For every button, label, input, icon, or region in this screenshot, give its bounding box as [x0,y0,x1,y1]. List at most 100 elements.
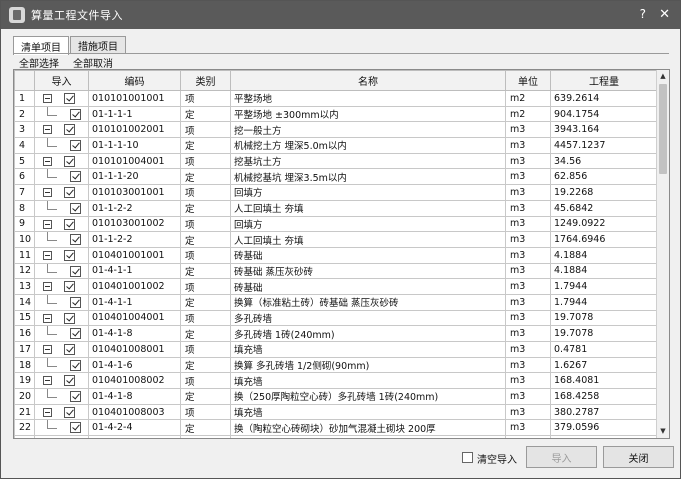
import-checkbox[interactable] [70,202,81,214]
import-cell[interactable] [34,435,89,439]
header-type[interactable]: 类别 [180,70,231,91]
table-row[interactable]: 9 010103001002 项回填方 m3 1249.0922 [14,215,658,233]
import-cell[interactable] [34,388,89,405]
table-row[interactable]: 4 01-1-1-10 定机械挖土方 埋深5.0m以内 m3 4457.1237 [14,137,658,154]
import-cell[interactable] [34,356,89,374]
import-cell[interactable] [34,121,89,139]
table-row[interactable]: 7 010103001001 项回填方 m3 19.2268 [14,184,658,201]
collapse-toggle-icon[interactable] [43,376,52,386]
import-checkbox[interactable] [64,187,75,199]
import-cell[interactable] [34,152,89,170]
collapse-toggle-icon[interactable] [43,345,52,354]
table-row[interactable]: 12 01-4-1-1 定砖基础 蒸压灰砂砖 m3 4.1884 [14,262,658,280]
import-checkbox[interactable] [70,171,81,183]
clear-import-checkbox[interactable] [462,452,473,463]
import-checkbox[interactable] [70,422,81,434]
scroll-up-icon[interactable]: ▲ [657,70,669,83]
header-unit[interactable]: 单位 [505,70,551,91]
import-cell[interactable] [34,262,89,280]
header-code[interactable]: 编码 [88,70,181,91]
import-cell[interactable] [34,403,89,421]
deselect-all-button[interactable]: 全部取消 [73,55,113,70]
import-checkbox[interactable] [64,375,75,387]
title-bar[interactable]: 算量工程文件导入 ? ✕ [1,1,680,29]
collapse-toggle-icon[interactable] [43,125,52,135]
import-cell[interactable] [34,137,89,154]
table-row[interactable]: 20 01-4-1-8 定换（250厚陶粒空心砖）多孔砖墙 1砖(240mm) m3 1… [14,388,658,405]
clear-import-label[interactable]: 清空导入 [477,451,517,466]
import-cell[interactable] [34,246,89,264]
import-checkbox[interactable] [64,249,75,261]
import-cell[interactable] [34,168,89,186]
import-cell[interactable] [34,199,89,217]
header-name[interactable]: 名称 [230,70,506,91]
import-checkbox[interactable] [64,344,75,355]
import-cell[interactable] [34,341,89,358]
import-checkbox[interactable] [70,234,81,246]
import-cell[interactable] [34,419,89,437]
bill-items-grid[interactable]: 导入 编码 类别 名称 单位 工程量 1 010101001001 项平整场地 m2 6… [13,69,670,439]
header-import[interactable]: 导入 [34,70,89,91]
vertical-scrollbar[interactable]: ▲ ▼ [656,70,669,438]
table-row[interactable]: 18 01-4-1-6 定换算 多孔砖墙 1/2侧砌(90mm) m3 1.6267 [14,356,658,374]
import-checkbox[interactable] [70,296,81,308]
collapse-toggle-icon[interactable] [43,188,52,198]
table-row[interactable]: 14 01-4-1-1 定换算（标准粘土砖）砖基础 蒸压灰砂砖 m3 1.7944 [14,293,658,311]
table-row[interactable]: 11 010401001001 项砖基础 m3 4.1884 [14,246,658,264]
import-checkbox[interactable] [64,406,75,418]
table-row[interactable]: 22 01-4-2-4 定换（陶粒空心砖砌块）砂加气混凝土砌块 200厚 m3 379.… [14,419,658,437]
import-checkbox[interactable] [70,328,81,340]
import-button[interactable]: 导入 [526,446,597,468]
scroll-down-icon[interactable]: ▼ [657,425,669,438]
table-row[interactable]: 8 01-1-2-2 定人工回填土 夯填 m3 45.6842 [14,199,658,217]
import-checkbox[interactable] [64,93,75,104]
table-row[interactable]: 1 010101001001 项平整场地 m2 639.2614 [14,90,658,107]
import-checkbox[interactable] [70,265,81,277]
import-cell[interactable] [34,184,89,201]
import-checkbox[interactable] [64,124,75,136]
table-row[interactable]: 6 01-1-1-20 定机械挖基坑 埋深3.5m以内 m3 62.856 [14,168,658,186]
table-row[interactable]: 13 010401001002 项砖基础 m3 1.7944 [14,278,658,295]
scroll-thumb[interactable] [659,84,667,174]
import-checkbox[interactable] [70,359,81,371]
table-row[interactable]: 15 010401004001 项多孔砖墙 m3 19.7078 [14,309,658,327]
collapse-toggle-icon[interactable] [43,313,52,323]
import-cell[interactable] [34,372,89,390]
collapse-toggle-icon[interactable] [43,219,52,229]
collapse-toggle-icon[interactable] [43,94,52,103]
import-checkbox[interactable] [64,438,75,439]
collapse-toggle-icon[interactable] [43,407,52,417]
import-cell[interactable] [34,278,89,295]
collapse-toggle-icon[interactable] [43,250,52,260]
table-row[interactable]: 21 010401008003 项填充墙 m3 380.2787 [14,403,658,421]
close-button[interactable]: 关闭 [603,446,674,468]
table-row[interactable]: 19 010401008002 项填充墙 m3 168.4081 [14,372,658,390]
tab-measure-items[interactable]: 措施项目 [70,36,126,54]
table-row[interactable]: 3 010101002001 项挖一般土方 m3 3943.164 [14,121,658,139]
table-row[interactable]: 2 01-1-1-1 定平整场地 ±300mm以内 m2 904.1754 [14,105,658,123]
import-checkbox[interactable] [64,218,75,230]
import-checkbox[interactable] [70,108,81,120]
close-icon[interactable]: ✕ [659,7,670,22]
help-icon[interactable]: ? [640,7,646,21]
import-cell[interactable] [34,293,89,311]
import-checkbox[interactable] [64,281,75,293]
table-row[interactable]: 10 01-1-2-2 定人工回填土 夯填 m3 1764.6946 [14,231,658,248]
import-checkbox[interactable] [70,140,81,152]
table-row[interactable]: 5 010101004001 项挖基坑土方 m3 34.56 [14,152,658,170]
import-cell[interactable] [34,105,89,123]
import-checkbox[interactable] [70,391,81,403]
import-cell[interactable] [34,90,89,107]
import-cell[interactable] [34,325,89,342]
header-qty[interactable]: 工程量 [550,70,658,91]
collapse-toggle-icon[interactable] [43,156,52,166]
import-checkbox[interactable] [64,312,75,324]
table-row[interactable]: 16 01-4-1-8 定多孔砖墙 1砖(240mm) m3 19.7078 [14,325,658,342]
import-cell[interactable] [34,309,89,327]
select-all-button[interactable]: 全部选择 [19,55,59,70]
table-row[interactable]: 17 010401008001 项填充墙 m3 0.4781 [14,341,658,358]
import-checkbox[interactable] [64,155,75,167]
import-cell[interactable] [34,231,89,248]
import-cell[interactable] [34,215,89,233]
table-row[interactable] [14,435,658,439]
